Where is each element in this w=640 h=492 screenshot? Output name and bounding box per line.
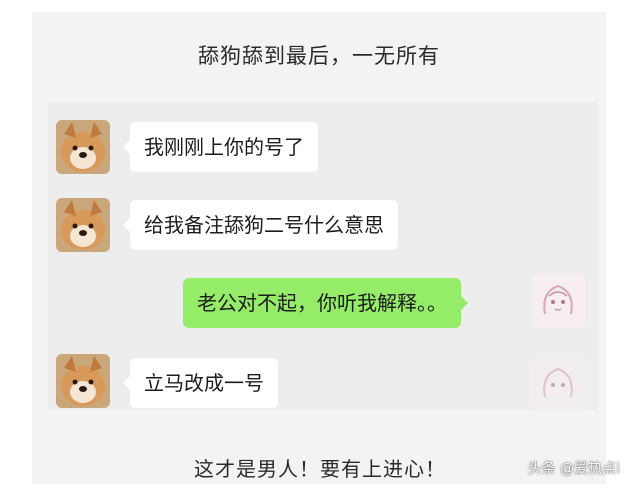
shiba-avatar[interactable] — [56, 354, 110, 408]
anime-girl-avatar[interactable] — [531, 274, 585, 328]
chat-message-bubble[interactable]: 给我备注舔狗二号什么意思 — [123, 200, 398, 250]
chat-message-bubble[interactable]: 我刚刚上你的号了 — [123, 122, 318, 172]
anime-girl-avatar[interactable] — [531, 357, 585, 410]
chat-message-bubble[interactable]: 立马改成一号 — [123, 358, 278, 408]
chat-message-bubble-sent[interactable]: 老公对不起，你听我解释。。 — [183, 278, 468, 328]
watermark-text: 头条 @爱热点i — [527, 461, 620, 477]
chat-screenshot: 我刚刚上你的号了 给我备注舔狗二号什么意思 老公对不起，你听我解释。。 立马改成… — [48, 102, 598, 410]
meme-title: 舔狗舔到最后，一无所有 — [198, 44, 440, 68]
message-text: 给我备注舔狗二号什么意思 — [144, 213, 384, 237]
shiba-avatar[interactable] — [56, 120, 110, 174]
shiba-avatar[interactable] — [56, 198, 110, 252]
message-text: 老公对不起，你听我解释。。 — [197, 291, 447, 315]
message-text: 立马改成一号 — [144, 371, 264, 395]
message-text: 我刚刚上你的号了 — [144, 135, 304, 159]
